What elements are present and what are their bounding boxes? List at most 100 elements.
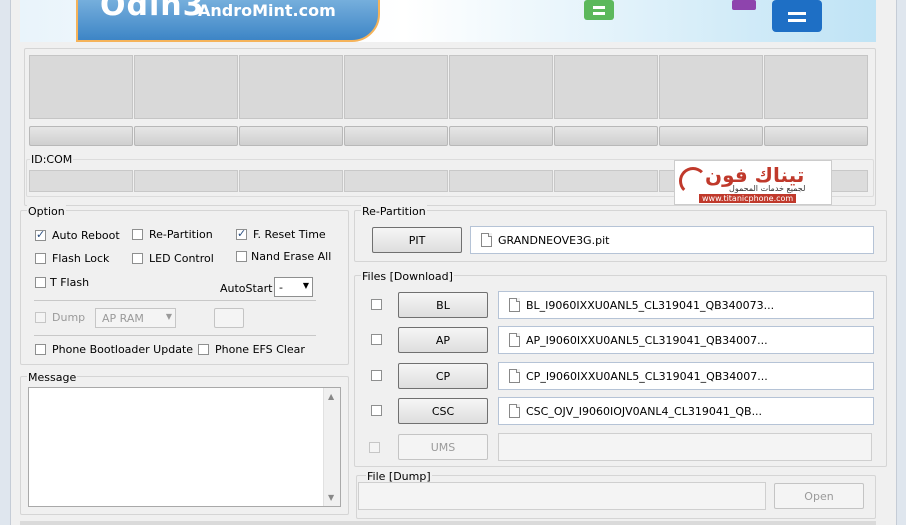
idcom-cell [239,170,343,192]
idcom-label: ID:COM [30,153,74,166]
message-log-textarea[interactable]: ▲ ▼ [28,387,341,507]
idcom-cell [554,170,658,192]
bl-checkbox[interactable] [371,299,382,310]
re-partition-checkbox[interactable] [132,229,143,240]
dump-type-value: AP RAM [102,311,144,325]
file-icon [481,233,492,247]
progress-bar [239,126,343,146]
chat-bubble-icon [772,0,822,32]
dump-label: Dump [52,311,86,324]
device-slot [659,55,763,119]
progress-bar [29,126,133,146]
device-slot [29,55,133,119]
cp-checkbox[interactable] [371,370,382,381]
t-flash-checkbox[interactable] [35,277,46,288]
t-flash-label: T Flash [50,276,90,289]
auto-reboot-label: Auto Reboot [52,229,120,242]
progress-bar [449,126,553,146]
autostart-label: AutoStart [220,282,273,295]
chevron-down-icon: ▼ [165,312,172,321]
file-icon [509,298,520,312]
device-slot [134,55,238,119]
dump-checkbox[interactable] [35,312,46,323]
phone-efs-clear-label: Phone EFS Clear [215,343,305,356]
logo-odin3: Odin3 [100,0,205,23]
bl-button[interactable]: BL [398,292,488,318]
bl-file-tag: BL_I9060IXXU0ANL5_CL319041_QB340073... [503,295,781,315]
cp-file-tag: CP_I9060IXXU0ANL5_CL319041_QB34007... [503,366,774,386]
ap-button[interactable]: AP [398,327,488,353]
led-control-label: LED Control [149,252,214,265]
idcom-cell [29,170,133,192]
header-banner: Odin3 AndroMint.com [20,0,876,42]
nand-erase-all-checkbox[interactable] [236,251,247,262]
logo-site-text: AndroMint.com [198,1,336,20]
progress-bar [764,126,868,146]
dump-file-field[interactable] [358,482,766,510]
ap-checkbox[interactable] [371,334,382,345]
window-frame-right [896,0,906,525]
badge-purple-icon [732,0,756,10]
csc-file-name: CSC_OJV_I9060IOJV0ANL4_CL319041_QB... [526,404,763,418]
phone-bootloader-update-checkbox[interactable] [35,344,46,355]
scroll-up-icon[interactable]: ▲ [328,392,334,401]
progress-bar [344,126,448,146]
f-reset-time-checkbox[interactable] [236,227,247,240]
message-scrollbar[interactable]: ▲ ▼ [323,388,340,506]
csc-button[interactable]: CSC [398,398,488,424]
titanicphone-watermark: تيناك فون لجميع خدمات المحمول www.titani… [674,160,832,205]
repartition-title: Re-Partition [361,205,427,218]
device-slot [764,55,868,119]
progress-bar [659,126,763,146]
scroll-down-icon[interactable]: ▼ [328,493,334,502]
progress-bar [554,126,658,146]
file-icon [509,404,520,418]
pit-file-name: GRANDNEOVE3G.pit [498,233,610,247]
open-button[interactable]: Open [774,483,864,509]
pit-file-tag: GRANDNEOVE3G.pit [475,230,616,250]
idcom-cell [134,170,238,192]
led-control-checkbox[interactable] [132,253,143,264]
cp-file-field[interactable]: CP_I9060IXXU0ANL5_CL319041_QB34007... [498,362,874,390]
flash-lock-label: Flash Lock [52,252,110,265]
ap-file-field[interactable]: AP_I9060IXXU0ANL5_CL319041_QB34007... [498,326,874,354]
pit-file-field[interactable]: GRANDNEOVE3G.pit [470,226,874,254]
watermark-subtitle: لجميع خدمات المحمول [729,184,806,193]
autostart-dropdown[interactable]: - ▼ [274,277,313,297]
dump-browse-button[interactable] [214,308,244,328]
ap-file-name: AP_I9060IXXU0ANL5_CL319041_QB34007... [526,333,768,347]
bl-file-field[interactable]: BL_I9060IXXU0ANL5_CL319041_QB340073... [498,291,874,319]
device-slot [554,55,658,119]
autostart-value: - [279,280,283,294]
nand-erase-all-label: Nand Erase All [251,250,332,263]
re-partition-label: Re-Partition [149,228,213,241]
cp-button[interactable]: CP [398,363,488,389]
window-frame-left [0,0,11,525]
bl-file-name: BL_I9060IXXU0ANL5_CL319041_QB340073... [526,298,775,312]
chevron-down-icon: ▼ [302,281,309,290]
phone-efs-clear-checkbox[interactable] [198,344,209,355]
ap-file-tag: AP_I9060IXXU0ANL5_CL319041_QB34007... [503,330,774,350]
bottom-panel-edge [20,521,876,525]
option-title: Option [27,205,66,218]
file-icon [509,333,520,347]
flash-lock-checkbox[interactable] [35,253,46,264]
csc-file-field[interactable]: CSC_OJV_I9060IOJV0ANL4_CL319041_QB... [498,397,874,425]
device-slot [344,55,448,119]
idcom-cell [344,170,448,192]
csc-checkbox[interactable] [371,405,382,416]
file-icon [509,369,520,383]
pit-button[interactable]: PIT [372,227,462,253]
signal-wave-icon [679,167,707,195]
watermark-url: www.titanicphone.com [699,194,797,203]
device-slot [239,55,343,119]
download-icon [584,0,614,20]
ums-checkbox[interactable] [369,442,380,453]
device-slot [449,55,553,119]
dump-type-dropdown[interactable]: AP RAM ▼ [95,308,176,328]
ums-button[interactable]: UMS [398,434,488,460]
progress-bar [134,126,238,146]
option-separator [34,335,316,336]
ums-file-field[interactable] [498,433,872,461]
auto-reboot-checkbox[interactable] [35,228,46,241]
